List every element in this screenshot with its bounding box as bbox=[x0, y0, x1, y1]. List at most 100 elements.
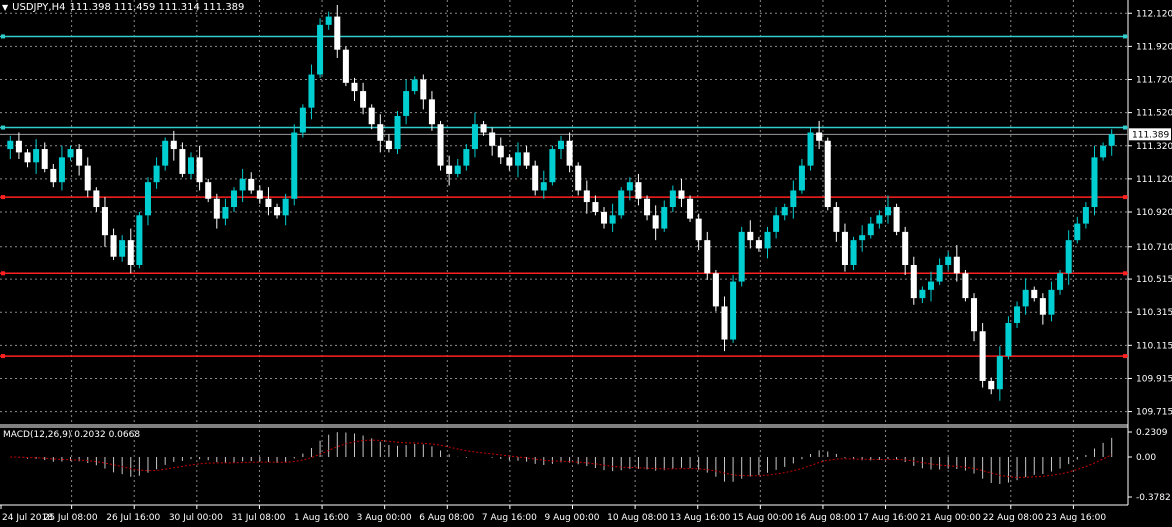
candle-body bbox=[523, 152, 530, 166]
resistance-level-handle bbox=[1, 34, 5, 39]
candle-body bbox=[136, 215, 143, 265]
candle-body bbox=[351, 82, 358, 92]
candle-body bbox=[33, 149, 40, 163]
candle-body bbox=[41, 149, 48, 169]
time-tick-label: 3 Aug 00:00 bbox=[357, 513, 412, 523]
candle-body bbox=[1065, 240, 1072, 274]
candle-body bbox=[119, 240, 126, 257]
candle-body bbox=[644, 198, 651, 216]
candle-body bbox=[635, 182, 642, 199]
candle-body bbox=[971, 298, 978, 332]
candle-body bbox=[299, 107, 306, 133]
candle-body bbox=[480, 124, 487, 133]
candle-body bbox=[962, 273, 969, 299]
candle-body bbox=[609, 215, 616, 224]
candle-body bbox=[1074, 223, 1081, 241]
price-tick-label: 110.515 bbox=[1136, 275, 1172, 285]
candle-body bbox=[540, 182, 547, 191]
candle-body bbox=[265, 198, 272, 208]
candle-body bbox=[170, 140, 177, 150]
collapse-arrow-icon[interactable]: ▼ bbox=[2, 3, 8, 12]
candle-body bbox=[162, 140, 169, 166]
candle-body bbox=[755, 240, 762, 249]
candle-body bbox=[1091, 157, 1098, 208]
candle-body bbox=[67, 149, 74, 158]
candle-body bbox=[773, 215, 780, 232]
price-tick-label: 112.120 bbox=[1136, 9, 1172, 19]
candle-body bbox=[953, 256, 960, 274]
candle-body bbox=[592, 202, 599, 212]
candle-body bbox=[583, 190, 590, 203]
candle-body bbox=[222, 207, 229, 219]
candle-body bbox=[308, 74, 315, 108]
candle-body bbox=[945, 256, 952, 265]
candle-body bbox=[463, 149, 470, 166]
candle-body bbox=[979, 331, 986, 381]
candle-body bbox=[1031, 289, 1038, 299]
price-tick-label: 110.710 bbox=[1136, 243, 1172, 253]
candle-body bbox=[1048, 289, 1055, 315]
candle-body bbox=[833, 207, 840, 232]
candle-body bbox=[58, 157, 65, 183]
price-chart[interactable]: 112.120 111.920 111.720 111.520 111.320 111.1… bbox=[0, 0, 1172, 527]
candle-body bbox=[936, 265, 943, 282]
price-tick-label: 111.120 bbox=[1136, 175, 1172, 185]
candle-body bbox=[471, 124, 478, 150]
candle-body bbox=[334, 16, 341, 50]
candle-body bbox=[1057, 273, 1064, 290]
candle-body bbox=[50, 168, 57, 183]
candle-body bbox=[506, 157, 513, 166]
macd-tick-label: 0.2309 bbox=[1136, 428, 1168, 438]
candle-body bbox=[790, 190, 797, 208]
candle-body bbox=[807, 132, 814, 166]
candle-body bbox=[385, 140, 392, 150]
candle-body bbox=[841, 231, 848, 265]
price-tick-label: 111.920 bbox=[1136, 42, 1172, 52]
candle-body bbox=[695, 218, 702, 241]
macd-tick-label: 0.00 bbox=[1136, 453, 1156, 463]
time-tick-label: 25 Jul 08:00 bbox=[44, 513, 98, 523]
candle-body bbox=[988, 380, 995, 390]
candle-body bbox=[454, 165, 461, 174]
candle-body bbox=[446, 165, 453, 174]
candle-body bbox=[325, 16, 332, 25]
time-tick-label: 10 Aug 08:00 bbox=[607, 513, 668, 523]
current-price-label: 111.389 bbox=[1132, 130, 1169, 140]
candle-body bbox=[601, 212, 608, 224]
macd-label: MACD(12,26,9) 0.2032 0.0668 bbox=[3, 430, 141, 440]
candle-body bbox=[205, 182, 212, 199]
time-tick-label: 6 Aug 08:00 bbox=[419, 513, 474, 523]
candle-body bbox=[747, 231, 754, 241]
candle-body bbox=[93, 190, 100, 208]
chart-header: ▼ USDJPY,H4 111.398 111.459 111.314 111.… bbox=[2, 2, 244, 13]
candle-body bbox=[730, 281, 737, 340]
resistance-level-handle bbox=[1, 125, 5, 130]
price-tick-label: 110.920 bbox=[1136, 208, 1172, 218]
time-tick-label: 9 Aug 00:00 bbox=[545, 513, 600, 523]
candle-body bbox=[24, 152, 31, 163]
candle-body bbox=[549, 149, 556, 183]
candle-body bbox=[84, 165, 91, 191]
candle-body bbox=[738, 231, 745, 282]
candle-body bbox=[1022, 289, 1029, 307]
candle-body bbox=[317, 24, 324, 75]
chart-grid bbox=[0, 0, 1129, 506]
candle-body bbox=[816, 132, 823, 141]
candle-body bbox=[101, 207, 108, 236]
time-tick-label: 13 Aug 16:00 bbox=[670, 513, 731, 523]
candle-body bbox=[7, 140, 14, 150]
candle-body bbox=[1039, 298, 1046, 315]
candle-body bbox=[360, 91, 367, 108]
candle-body bbox=[798, 165, 805, 191]
candle-body bbox=[678, 190, 685, 199]
support-level-handle bbox=[1123, 271, 1127, 276]
price-tick-label: 111.520 bbox=[1136, 109, 1172, 119]
candle-body bbox=[661, 207, 668, 229]
candle-body bbox=[876, 215, 883, 224]
candle-body bbox=[575, 165, 582, 191]
candle-body bbox=[489, 132, 496, 146]
price-tick-label: 109.715 bbox=[1136, 408, 1172, 418]
candle-body bbox=[239, 178, 246, 191]
candle-body bbox=[919, 289, 926, 299]
candle-body bbox=[867, 223, 874, 236]
